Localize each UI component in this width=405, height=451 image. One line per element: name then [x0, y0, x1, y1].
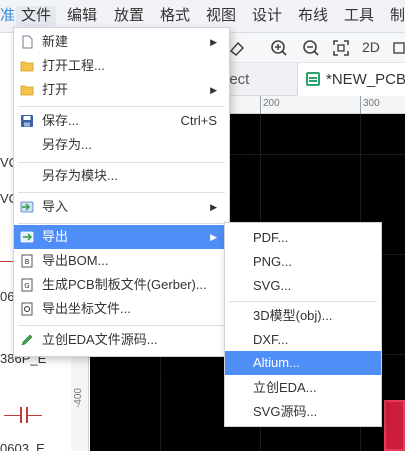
menu-item-label: 新建	[42, 34, 69, 49]
menu-separator	[18, 106, 225, 107]
wire	[28, 415, 42, 416]
ruler-top: 200 300	[224, 96, 405, 114]
capacitor-plate	[20, 407, 22, 423]
submenu-item-label: PDF...	[253, 230, 289, 245]
shortcut-label: Ctrl+S	[180, 113, 217, 128]
menu-item-label: 导出BOM...	[42, 253, 109, 268]
menu-item-label: 保存...	[42, 113, 79, 128]
view-2d-button[interactable]: 2D	[362, 39, 380, 55]
document-tabs: ject *NEW_PCB	[224, 63, 405, 96]
menu-separator	[18, 192, 225, 193]
folder-icon	[20, 85, 34, 96]
menu-item-export-bom[interactable]: B 导出BOM...	[14, 249, 229, 273]
zoom-out-icon[interactable]	[302, 39, 320, 57]
export-easyeda[interactable]: 立创EDA...	[225, 376, 381, 400]
export-pdf[interactable]: PDF...	[225, 226, 381, 250]
folder-icon	[20, 61, 34, 72]
save-icon	[21, 115, 33, 127]
ruler-tick	[360, 96, 361, 114]
menu-item-label: 导出	[42, 229, 69, 244]
export-dxf[interactable]: DXF...	[225, 328, 381, 352]
component-label: 0603_E	[0, 441, 45, 451]
menu-item-export-coordinates[interactable]: 导出坐标文件...	[14, 297, 229, 321]
export-png[interactable]: PNG...	[225, 250, 381, 274]
new-file-icon	[22, 35, 33, 49]
wire	[4, 415, 20, 416]
submenu-arrow-icon: ▶	[210, 85, 217, 95]
submenu-item-label: DXF...	[253, 332, 289, 347]
menu-separator	[229, 301, 377, 302]
menu-item-easyeda-source[interactable]: 立创EDA文件源码...	[14, 328, 229, 352]
menu-item-label: 立创EDA文件源码...	[42, 332, 158, 347]
menu-separator	[18, 162, 225, 163]
submenu-item-label: PNG...	[253, 254, 293, 269]
ruler-label-200: 200	[263, 98, 280, 109]
tab-new-pcb-label: *NEW_PCB	[326, 71, 405, 88]
menu-edit[interactable]: 编辑	[67, 6, 97, 26]
export-submenu: PDF... PNG... SVG... 3D模型(obj)... DXF...…	[224, 222, 382, 427]
export-svg[interactable]: SVG...	[225, 274, 381, 298]
pencil-icon	[21, 334, 33, 346]
menu-item-open-project[interactable]: 打开工程...	[14, 54, 229, 78]
export-altium[interactable]: Altium...	[225, 351, 381, 375]
menu-item-label: 另存为模块...	[42, 168, 118, 183]
menu-item-save[interactable]: 保存... Ctrl+S	[14, 109, 229, 133]
submenu-item-label: Altium...	[253, 355, 300, 370]
export-icon	[20, 231, 34, 243]
submenu-item-label: 3D模型(obj)...	[253, 308, 333, 323]
menu-make-partial[interactable]: 制	[390, 6, 405, 26]
menu-item-save-as[interactable]: 另存为...	[14, 133, 229, 157]
menu-design[interactable]: 设计	[252, 6, 282, 26]
tab-new-pcb[interactable]: *NEW_PCB	[297, 63, 405, 96]
menu-item-open[interactable]: 打开 ▶	[14, 78, 229, 102]
menu-separator	[18, 223, 225, 224]
ruler-label-neg400: -400	[73, 388, 84, 409]
file-menu: 新建 ▶ 打开工程... 打开 ▶ 保存... Ctrl+S 另存为... 另存…	[13, 27, 230, 357]
svg-text:B: B	[25, 258, 30, 266]
menu-partial-left[interactable]: 准	[0, 6, 15, 26]
eraser-icon[interactable]	[228, 39, 246, 57]
menu-separator	[18, 325, 225, 326]
menu-tools[interactable]: 工具	[344, 6, 374, 26]
menu-item-label: 打开工程...	[42, 58, 105, 73]
menu-item-gerber[interactable]: G 生成PCB制板文件(Gerber)...	[14, 273, 229, 297]
export-3d-model[interactable]: 3D模型(obj)...	[225, 304, 381, 328]
ruler-tick	[260, 96, 261, 114]
submenu-arrow-icon: ▶	[210, 202, 217, 212]
pcb-sheet-icon	[306, 72, 320, 86]
menu-item-label: 导入	[42, 199, 69, 214]
menu-format[interactable]: 格式	[160, 6, 190, 26]
zoom-in-icon[interactable]	[270, 39, 288, 57]
submenu-arrow-icon: ▶	[210, 37, 217, 47]
menu-item-save-as-module[interactable]: 另存为模块...	[14, 164, 229, 188]
gerber-icon: G	[21, 278, 33, 292]
bom-icon: B	[21, 254, 33, 268]
menu-item-label: 导出坐标文件...	[42, 301, 131, 316]
menu-file[interactable]: 文件	[16, 6, 57, 26]
fit-view-icon[interactable]	[332, 39, 350, 57]
coordinate-icon	[21, 302, 33, 316]
menu-view[interactable]: 视图	[206, 6, 236, 26]
ruler-label-300: 300	[363, 98, 380, 109]
submenu-item-label: SVG...	[253, 278, 292, 293]
export-svg-source[interactable]: SVG源码...	[225, 400, 381, 424]
menu-item-label: 生成PCB制板文件(Gerber)...	[42, 277, 207, 292]
toolbar: 2D	[224, 33, 405, 63]
submenu-arrow-icon: ▶	[210, 232, 217, 242]
menu-place[interactable]: 放置	[114, 6, 144, 26]
svg-text:G: G	[24, 282, 29, 290]
menu-item-import[interactable]: 导入 ▶	[14, 195, 229, 219]
import-icon	[20, 201, 34, 213]
3d-view-icon[interactable]	[392, 39, 405, 57]
menu-route[interactable]: 布线	[298, 6, 328, 26]
menu-item-label: 打开	[42, 82, 69, 97]
submenu-item-label: SVG源码...	[253, 404, 318, 419]
submenu-item-label: 立创EDA...	[253, 380, 317, 395]
wire	[0, 261, 14, 262]
menu-item-label: 另存为...	[42, 137, 92, 152]
menu-item-export[interactable]: 导出 ▶	[14, 225, 229, 249]
menu-item-new[interactable]: 新建 ▶	[14, 30, 229, 54]
board-outline-red	[384, 400, 405, 451]
